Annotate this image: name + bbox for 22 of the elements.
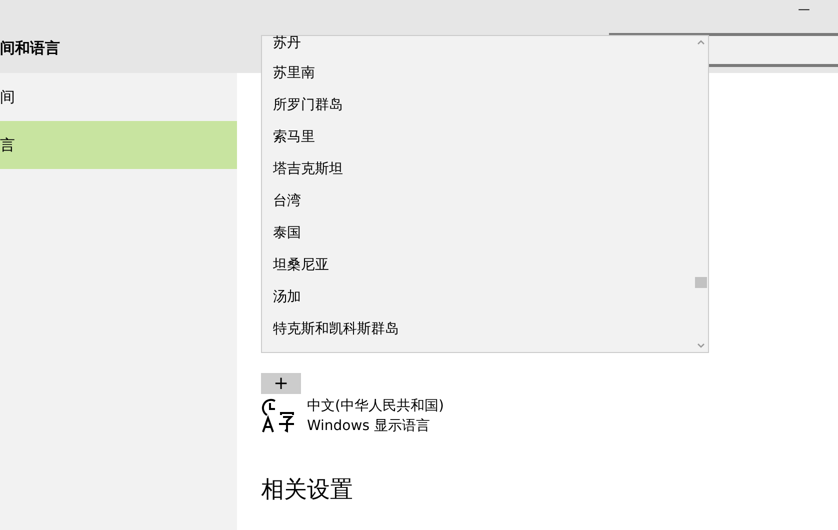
scroll-thumb[interactable]	[695, 277, 707, 288]
dropdown-item[interactable]: 台湾	[273, 185, 694, 217]
dropdown-item[interactable]: 塔吉克斯坦	[273, 153, 694, 185]
language-icon	[261, 397, 295, 433]
minimize-button[interactable]: —	[798, 0, 810, 24]
dropdown-item[interactable]: 所罗门群岛	[273, 89, 694, 121]
language-name: 中文(中华人民共和国)	[307, 397, 444, 416]
sidebar-item[interactable]: 间	[0, 73, 237, 121]
dropdown-item[interactable]: 特克斯和凯科斯群岛	[273, 313, 694, 345]
scroll-down-icon[interactable]	[697, 343, 705, 349]
scroll-up-icon[interactable]	[697, 39, 705, 45]
sidebar-item[interactable]: 言	[0, 121, 237, 169]
dropdown-item[interactable]: 坦桑尼亚	[273, 249, 694, 281]
dropdown-item[interactable]: 苏里南	[273, 57, 694, 89]
dropdown-item[interactable]: 苏丹	[273, 36, 694, 57]
dropdown-item[interactable]: 汤加	[273, 281, 694, 313]
section-heading: 相关设置	[261, 476, 354, 505]
dropdown-item[interactable]: 泰国	[273, 217, 694, 249]
language-detail: Windows 显示语言	[307, 417, 431, 436]
add-button[interactable]: +	[261, 373, 301, 394]
dropdown-item[interactable]: 索马里	[273, 121, 694, 153]
page-title: 间和语言	[0, 39, 60, 58]
